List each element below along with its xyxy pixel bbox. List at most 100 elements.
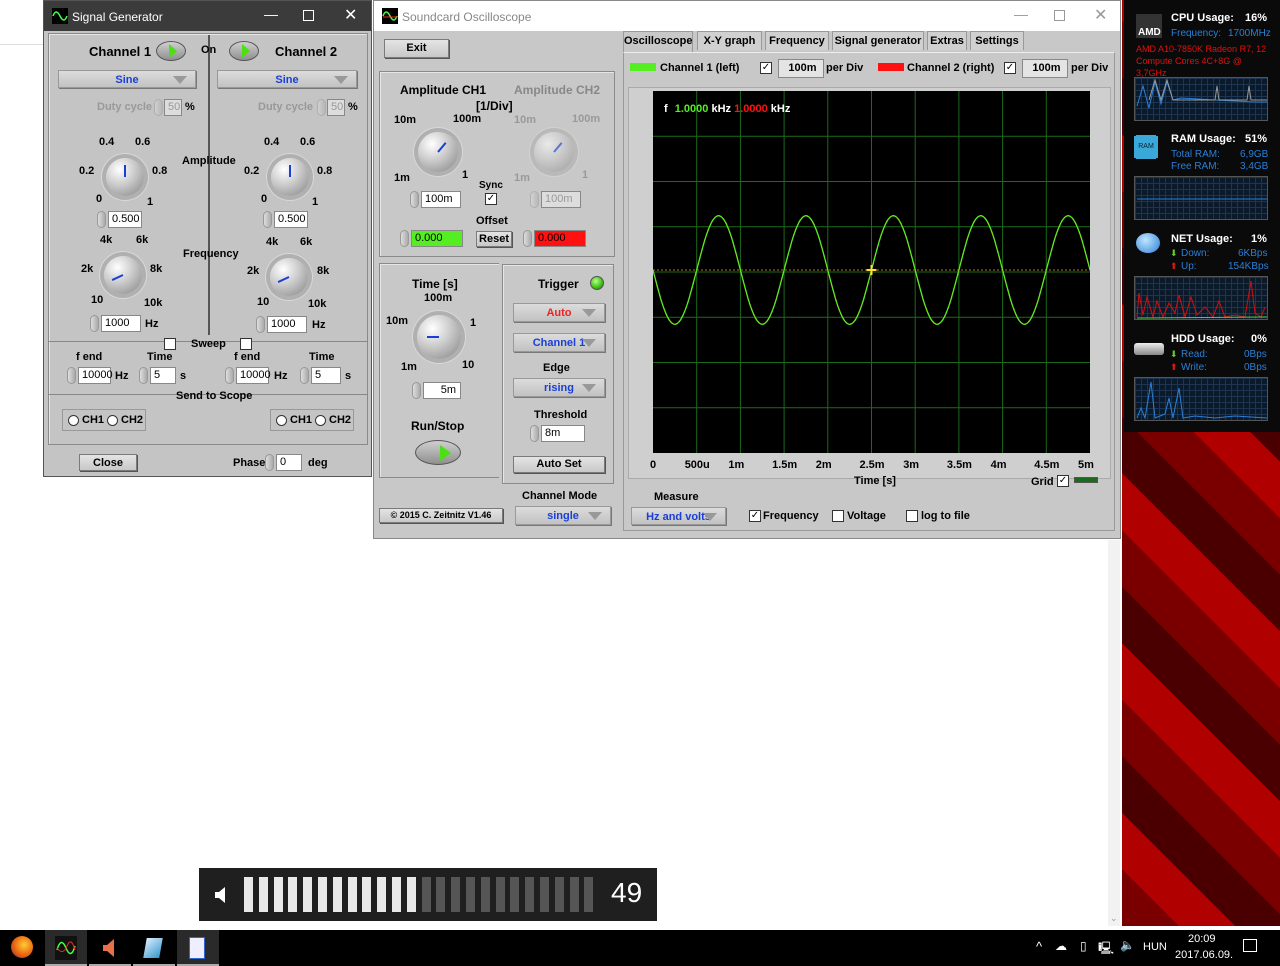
- ch1-enable-checkbox[interactable]: ✓: [760, 62, 772, 74]
- trigger-edge-dropdown[interactable]: rising: [513, 378, 605, 397]
- ch2-radio[interactable]: [107, 415, 118, 426]
- firefox-icon[interactable]: [11, 936, 33, 958]
- fend-spinner[interactable]: [225, 367, 234, 384]
- fend-field[interactable]: 10000: [78, 367, 113, 384]
- frequency-spinner[interactable]: [256, 316, 265, 333]
- ch2-enable-checkbox[interactable]: ✓: [1004, 62, 1016, 74]
- amplitude-field[interactable]: 0.500: [274, 211, 308, 228]
- maximize-button[interactable]: [1054, 10, 1065, 21]
- tab-settings[interactable]: Settings: [970, 31, 1024, 50]
- amplitude-ch2-spinner[interactable]: [530, 191, 539, 208]
- time-knob[interactable]: [417, 315, 461, 359]
- clock-time[interactable]: 20:09: [1188, 933, 1216, 945]
- ch1-per-div-field[interactable]: 100m: [778, 59, 824, 78]
- language-indicator[interactable]: HUN: [1143, 941, 1167, 953]
- phase-spinner[interactable]: [265, 454, 274, 471]
- ch2-per-div-field[interactable]: 100m: [1022, 59, 1068, 78]
- sweep-time-spinner[interactable]: [300, 367, 309, 384]
- amplitude-ch2-knob[interactable]: [534, 132, 574, 172]
- volume-bar-segment: [288, 877, 298, 912]
- tab-signal-generator[interactable]: Signal generator: [832, 31, 924, 50]
- scroll-down-icon[interactable]: ⌄: [1110, 913, 1118, 924]
- action-center-icon[interactable]: [1243, 939, 1257, 952]
- sweep-time-spinner[interactable]: [139, 367, 148, 384]
- duty-cycle-field[interactable]: 50: [164, 99, 182, 116]
- sweep-time-field[interactable]: 5: [150, 367, 176, 384]
- sync-checkbox[interactable]: ✓: [485, 193, 497, 205]
- network-tray-icon[interactable]: 🖳: [1098, 939, 1114, 960]
- time-spinner[interactable]: [412, 382, 421, 399]
- amplitude-spinner[interactable]: [263, 211, 272, 228]
- fend-spinner[interactable]: [67, 367, 76, 384]
- waveform-dropdown[interactable]: Sine: [217, 70, 357, 88]
- threshold-field[interactable]: 8m: [541, 425, 585, 442]
- speaker-icon[interactable]: [213, 886, 231, 904]
- ch1-radio[interactable]: [276, 415, 287, 426]
- phase-field[interactable]: 0: [276, 454, 302, 471]
- measure-mode-dropdown[interactable]: Hz and volts: [631, 507, 726, 525]
- tab-extras[interactable]: Extras: [927, 31, 967, 50]
- amplitude-knob[interactable]: [106, 158, 144, 196]
- reset-offset-button[interactable]: Reset: [476, 231, 512, 247]
- amplitude-ch1-spinner[interactable]: [410, 191, 419, 208]
- grid-checkbox[interactable]: ✓: [1057, 475, 1069, 487]
- waveform-dropdown[interactable]: Sine: [58, 70, 196, 88]
- clock-date[interactable]: 2017.06.09.: [1175, 949, 1233, 961]
- exit-button[interactable]: Exit: [384, 39, 449, 58]
- grid-color-swatch[interactable]: [1074, 477, 1098, 483]
- amplitude-spinner[interactable]: [97, 211, 106, 228]
- channel-on-toggle[interactable]: [156, 41, 186, 61]
- duty-cycle-field[interactable]: 50: [327, 99, 345, 116]
- measure-frequency-checkbox[interactable]: ✓: [749, 510, 761, 522]
- frequency-field[interactable]: 1000: [267, 316, 307, 333]
- frequency-knob[interactable]: [104, 256, 142, 294]
- volume-slider[interactable]: [244, 877, 599, 912]
- trigger-channel-dropdown[interactable]: Channel 1: [513, 333, 605, 352]
- onedrive-icon[interactable]: ☁: [1055, 939, 1067, 953]
- tab-oscilloscope[interactable]: Oscilloscope: [623, 31, 693, 52]
- offset-ch1-field[interactable]: 0.000: [411, 230, 463, 247]
- usb-icon[interactable]: ▯: [1080, 939, 1087, 953]
- log-to-file-checkbox[interactable]: [906, 510, 918, 522]
- taskbar-paint[interactable]: [177, 930, 219, 966]
- amplitude-ch1-field[interactable]: 100m: [421, 191, 461, 208]
- offset-ch2-spinner[interactable]: [523, 230, 532, 247]
- offset-ch2-field[interactable]: 0.000: [534, 230, 586, 247]
- ch2-radio[interactable]: [315, 415, 326, 426]
- run-stop-button[interactable]: [415, 440, 461, 465]
- tab-frequency[interactable]: Frequency: [765, 31, 829, 50]
- duty-spinner[interactable]: [317, 99, 326, 116]
- threshold-spinner[interactable]: [530, 425, 539, 442]
- amplitude-ch1-knob[interactable]: [418, 132, 458, 172]
- show-hidden-icons[interactable]: ^: [1036, 939, 1042, 954]
- minimize-button[interactable]: —: [1014, 6, 1028, 22]
- notepad-icon: [143, 938, 163, 958]
- amplitude-ch2-field[interactable]: 100m: [541, 191, 581, 208]
- amplitude-field[interactable]: 0.500: [108, 211, 142, 228]
- oscilloscope-plot[interactable]: [653, 91, 1090, 453]
- trigger-mode-dropdown[interactable]: Auto: [513, 303, 605, 322]
- fend-field[interactable]: 10000: [236, 367, 271, 384]
- frequency-knob[interactable]: [270, 258, 308, 296]
- taskbar-notepad[interactable]: [133, 930, 175, 966]
- network-icon: [1136, 233, 1160, 253]
- taskbar-oscilloscope[interactable]: [45, 930, 87, 966]
- auto-set-button[interactable]: Auto Set: [513, 456, 605, 473]
- ch1-radio[interactable]: [68, 415, 79, 426]
- scrollbar[interactable]: ⌄: [1108, 540, 1120, 926]
- channel-on-toggle[interactable]: [229, 41, 259, 61]
- channel-mode-dropdown[interactable]: single: [515, 506, 611, 525]
- time-field[interactable]: 5m: [423, 382, 461, 399]
- volume-tray-icon[interactable]: 🔈: [1120, 938, 1135, 952]
- close-button[interactable]: Close: [79, 454, 137, 471]
- frequency-spinner[interactable]: [90, 315, 99, 332]
- duty-spinner[interactable]: [154, 99, 163, 116]
- measure-voltage-checkbox[interactable]: [832, 510, 844, 522]
- taskbar-signal-generator[interactable]: [89, 930, 131, 966]
- frequency-field[interactable]: 1000: [101, 315, 141, 332]
- offset-ch1-spinner[interactable]: [400, 230, 409, 247]
- sweep-time-field[interactable]: 5: [311, 367, 341, 384]
- tab-xy-graph[interactable]: X-Y graph: [697, 31, 762, 50]
- close-window-button[interactable]: ✕: [1094, 5, 1107, 25]
- amplitude-knob[interactable]: [271, 158, 309, 196]
